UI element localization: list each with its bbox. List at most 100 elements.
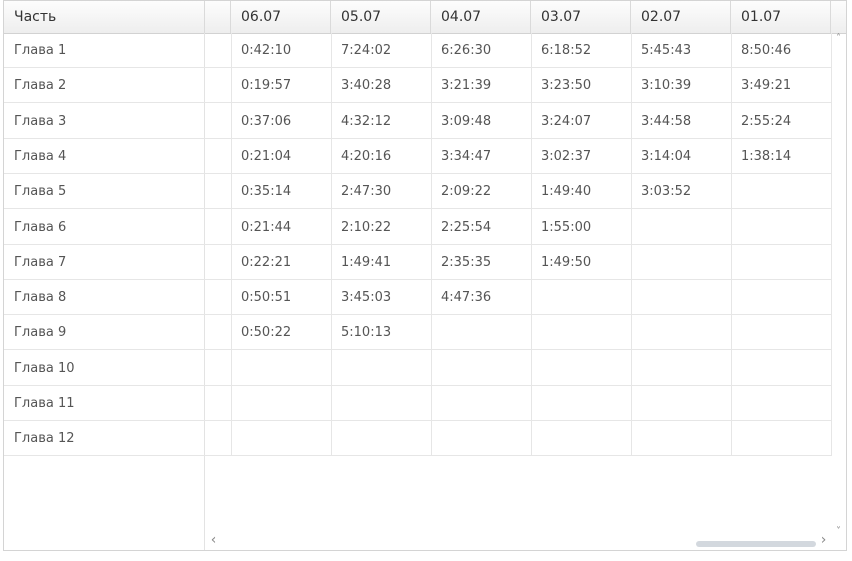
time-cell[interactable] (631, 351, 731, 386)
time-cell[interactable]: 3:09:48 (431, 104, 531, 139)
time-cell[interactable]: 2:09:22 (431, 174, 531, 209)
table-row[interactable]: Глава 11 (4, 386, 831, 421)
time-cell[interactable]: 1:55:00 (531, 210, 631, 245)
time-cell[interactable] (631, 421, 731, 456)
time-cell[interactable] (731, 174, 831, 209)
time-cell[interactable]: 0:50:22 (231, 315, 331, 350)
time-cell[interactable]: 6:26:30 (431, 33, 531, 68)
time-cell[interactable]: 3:34:47 (431, 139, 531, 174)
time-cell[interactable]: 0:22:21 (231, 245, 331, 280)
time-cell[interactable] (231, 421, 331, 456)
time-cell[interactable]: 3:24:07 (531, 104, 631, 139)
column-header-date[interactable]: 04.07 (431, 1, 531, 33)
time-cell[interactable] (531, 315, 631, 350)
time-cell[interactable]: 3:40:28 (331, 68, 431, 103)
time-cell[interactable] (331, 351, 431, 386)
time-cell[interactable] (731, 315, 831, 350)
time-cell[interactable]: 1:38:14 (731, 139, 831, 174)
time-cell[interactable] (331, 421, 431, 456)
time-cell[interactable] (331, 386, 431, 421)
time-cell[interactable] (531, 351, 631, 386)
scroll-up-icon[interactable]: ˄ (831, 33, 846, 44)
time-cell[interactable] (431, 315, 531, 350)
column-header-date[interactable]: 05.07 (331, 1, 431, 33)
time-cell[interactable]: 7:24:02 (331, 33, 431, 68)
time-cell[interactable]: 0:42:10 (231, 33, 331, 68)
scroll-right-icon[interactable]: › (816, 532, 831, 548)
time-cell[interactable]: 8:50:46 (731, 33, 831, 68)
time-cell[interactable]: 1:49:50 (531, 245, 631, 280)
time-cell[interactable] (731, 280, 831, 315)
table-row[interactable]: Глава 2 0:19:57 3:40:28 3:21:39 3:23:50 3:10:… (4, 68, 831, 104)
column-header-date[interactable]: 03.07 (531, 1, 631, 33)
vertical-scrollbar[interactable]: ˄ ˅ (831, 33, 846, 537)
row-label: Глава 4 (14, 148, 67, 164)
time-cell[interactable] (431, 351, 531, 386)
time-cell[interactable]: 0:21:04 (231, 139, 331, 174)
column-header-date[interactable]: 02.07 (631, 1, 731, 33)
time-cell[interactable]: 4:32:12 (331, 104, 431, 139)
table-row[interactable]: Глава 6 0:21:44 2:10:22 2:25:54 1:55:00 (4, 210, 831, 245)
horizontal-scrollbar[interactable]: ‹ › (206, 532, 831, 550)
time-cell[interactable]: 5:10:13 (331, 315, 431, 350)
time-cell[interactable] (631, 210, 731, 245)
time-cell[interactable]: 0:35:14 (231, 174, 331, 209)
table-row[interactable]: Глава 1 0:42:10 7:24:02 6:26:30 6:18:52 5:45:… (4, 33, 831, 68)
time-cell[interactable] (431, 421, 531, 456)
time-cell[interactable]: 0:19:57 (231, 68, 331, 103)
time-cell[interactable] (731, 245, 831, 280)
time-cell[interactable] (631, 245, 731, 280)
time-cell[interactable]: 1:49:40 (531, 174, 631, 209)
column-header-date[interactable]: 01.07 (731, 1, 831, 33)
table-row[interactable]: Глава 10 (4, 351, 831, 386)
time-cell[interactable]: 4:20:16 (331, 139, 431, 174)
time-cell[interactable]: 3:10:39 (631, 68, 731, 103)
time-cell[interactable] (731, 210, 831, 245)
time-cell[interactable] (231, 351, 331, 386)
time-cell[interactable] (631, 315, 731, 350)
table-row[interactable]: Глава 3 0:37:06 4:32:12 3:09:48 3:24:07 3:44:… (4, 104, 831, 139)
time-cell[interactable]: 1:49:41 (331, 245, 431, 280)
time-cell[interactable] (731, 351, 831, 386)
time-cell[interactable]: 3:03:52 (631, 174, 731, 209)
time-cell[interactable]: 3:49:21 (731, 68, 831, 103)
table-row[interactable]: Глава 4 0:21:04 4:20:16 3:34:47 3:02:37 3:14:… (4, 139, 831, 174)
time-cell[interactable]: 3:45:03 (331, 280, 431, 315)
table-row[interactable]: Глава 9 0:50:22 5:10:13 (4, 315, 831, 351)
time-cell[interactable]: 0:50:51 (231, 280, 331, 315)
table-row[interactable]: Глава 12 (4, 421, 831, 457)
time-cell[interactable]: 3:14:04 (631, 139, 731, 174)
time-cell[interactable] (231, 386, 331, 421)
time-cell[interactable] (731, 421, 831, 456)
table-row[interactable]: Глава 8 0:50:51 3:45:03 4:47:36 (4, 280, 831, 316)
time-cell[interactable]: 2:10:22 (331, 210, 431, 245)
time-cell[interactable]: 4:47:36 (431, 280, 531, 315)
table-row[interactable]: Глава 5 0:35:14 2:47:30 2:09:22 1:49:40 3:03:… (4, 174, 831, 210)
time-cell[interactable]: 0:21:44 (231, 210, 331, 245)
column-header-date[interactable]: 06.07 (231, 1, 331, 33)
time-cell[interactable]: 6:18:52 (531, 33, 631, 68)
time-cell[interactable] (531, 386, 631, 421)
time-cell[interactable] (431, 386, 531, 421)
table-row[interactable]: Глава 7 0:22:21 1:49:41 2:35:35 1:49:50 (4, 245, 831, 280)
time-cell[interactable] (531, 421, 631, 456)
time-cell[interactable]: 0:37:06 (231, 104, 331, 139)
time-cell[interactable]: 2:47:30 (331, 174, 431, 209)
time-cell[interactable] (631, 280, 731, 315)
time-cell[interactable]: 2:25:54 (431, 210, 531, 245)
time-cell[interactable]: 5:45:43 (631, 33, 731, 68)
time-cell[interactable] (731, 386, 831, 421)
horizontal-scroll-thumb[interactable] (696, 541, 816, 547)
time-cell[interactable]: 3:44:58 (631, 104, 731, 139)
time-cell[interactable]: 3:21:39 (431, 68, 531, 103)
time-cell[interactable] (631, 386, 731, 421)
time-cell[interactable]: 3:23:50 (531, 68, 631, 103)
time-cell[interactable]: 2:55:24 (731, 104, 831, 139)
time-cell[interactable] (531, 280, 631, 315)
scroll-left-icon[interactable]: ‹ (206, 532, 221, 548)
time-cell[interactable]: 2:35:35 (431, 245, 531, 280)
column-header-part[interactable]: Часть (4, 1, 205, 33)
scroll-down-icon[interactable]: ˅ (831, 526, 846, 537)
time-cell[interactable]: 3:02:37 (531, 139, 631, 174)
grid-header: Часть 06.07 05.07 04.07 03.07 02.07 01.0… (4, 1, 846, 34)
